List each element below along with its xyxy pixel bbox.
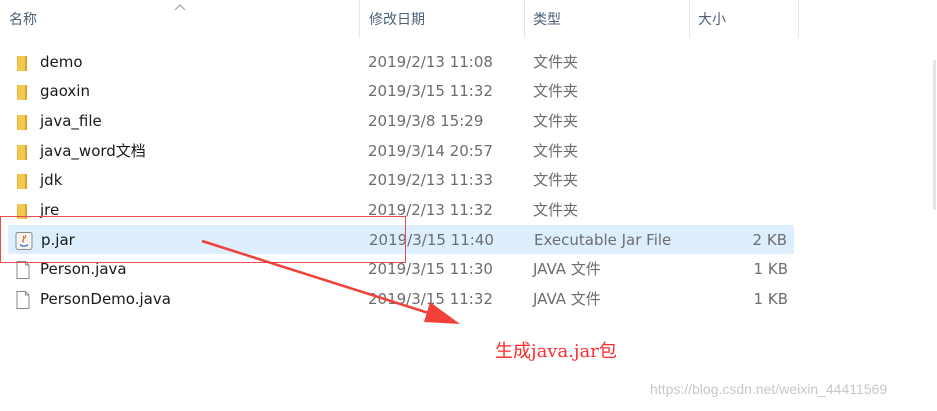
file-date: 2019/3/15 11:32 (368, 290, 493, 308)
file-type: 文件夹 (533, 82, 579, 100)
file-size: 1 KB (753, 260, 788, 278)
document-icon (16, 261, 30, 279)
watermark-text: https://blog.csdn.net/weixin_44411569 (650, 381, 888, 397)
file-date: 2019/3/15 11:32 (368, 82, 493, 100)
column-header-type[interactable]: 类型 (524, 0, 690, 38)
file-name: java_word文档 (40, 142, 146, 160)
highlight-box (0, 216, 406, 263)
folder-icon (17, 56, 27, 71)
file-type: JAVA 文件 (533, 290, 601, 308)
file-date: 2019/2/13 11:33 (368, 171, 493, 189)
file-row-java-file[interactable]: java_file 2019/3/8 15:29 文件夹 (8, 107, 794, 136)
column-header-name[interactable]: 名称 (0, 0, 360, 38)
file-row-java-word[interactable]: java_word文档 2019/3/14 20:57 文件夹 (8, 137, 794, 166)
file-name: java_file (40, 112, 102, 130)
file-name: PersonDemo.java (40, 290, 171, 308)
file-type: 文件夹 (533, 142, 579, 160)
vertical-scrollbar[interactable] (929, 40, 937, 411)
file-type: 文件夹 (533, 171, 579, 189)
document-icon (16, 291, 30, 309)
file-size: 2 KB (752, 231, 787, 249)
file-date: 2019/3/14 20:57 (368, 142, 493, 160)
file-type: 文件夹 (533, 112, 579, 130)
folder-icon (17, 145, 27, 160)
column-header-bar: 名称 修改日期 类型 大小 (0, 0, 937, 40)
file-type: 文件夹 (533, 201, 579, 219)
file-row-jdk[interactable]: jdk 2019/2/13 11:33 文件夹 (8, 166, 794, 195)
file-type: JAVA 文件 (533, 260, 601, 278)
file-row-demo[interactable]: demo 2019/2/13 11:08 文件夹 (8, 48, 794, 77)
column-header-size[interactable]: 大小 (689, 0, 799, 38)
annotation-label: 生成java.jar包 (495, 341, 617, 362)
file-row-gaoxin[interactable]: gaoxin 2019/3/15 11:32 文件夹 (8, 77, 794, 106)
file-row-persondemo-java[interactable]: PersonDemo.java 2019/3/15 11:32 JAVA 文件 … (8, 285, 794, 314)
column-header-date[interactable]: 修改日期 (360, 0, 524, 38)
file-name: jdk (40, 171, 63, 189)
column-divider[interactable] (798, 0, 799, 38)
file-type: 文件夹 (533, 53, 579, 71)
file-name: demo (40, 53, 83, 71)
folder-icon (17, 85, 27, 100)
file-size: 1 KB (753, 290, 788, 308)
scrollbar-thumb[interactable] (933, 60, 936, 210)
file-type: Executable Jar File (534, 231, 672, 249)
folder-icon (17, 174, 27, 189)
file-date: 2019/2/13 11:08 (368, 53, 493, 71)
file-name: gaoxin (40, 82, 90, 100)
folder-icon (17, 115, 27, 130)
file-date: 2019/3/8 15:29 (368, 112, 484, 130)
